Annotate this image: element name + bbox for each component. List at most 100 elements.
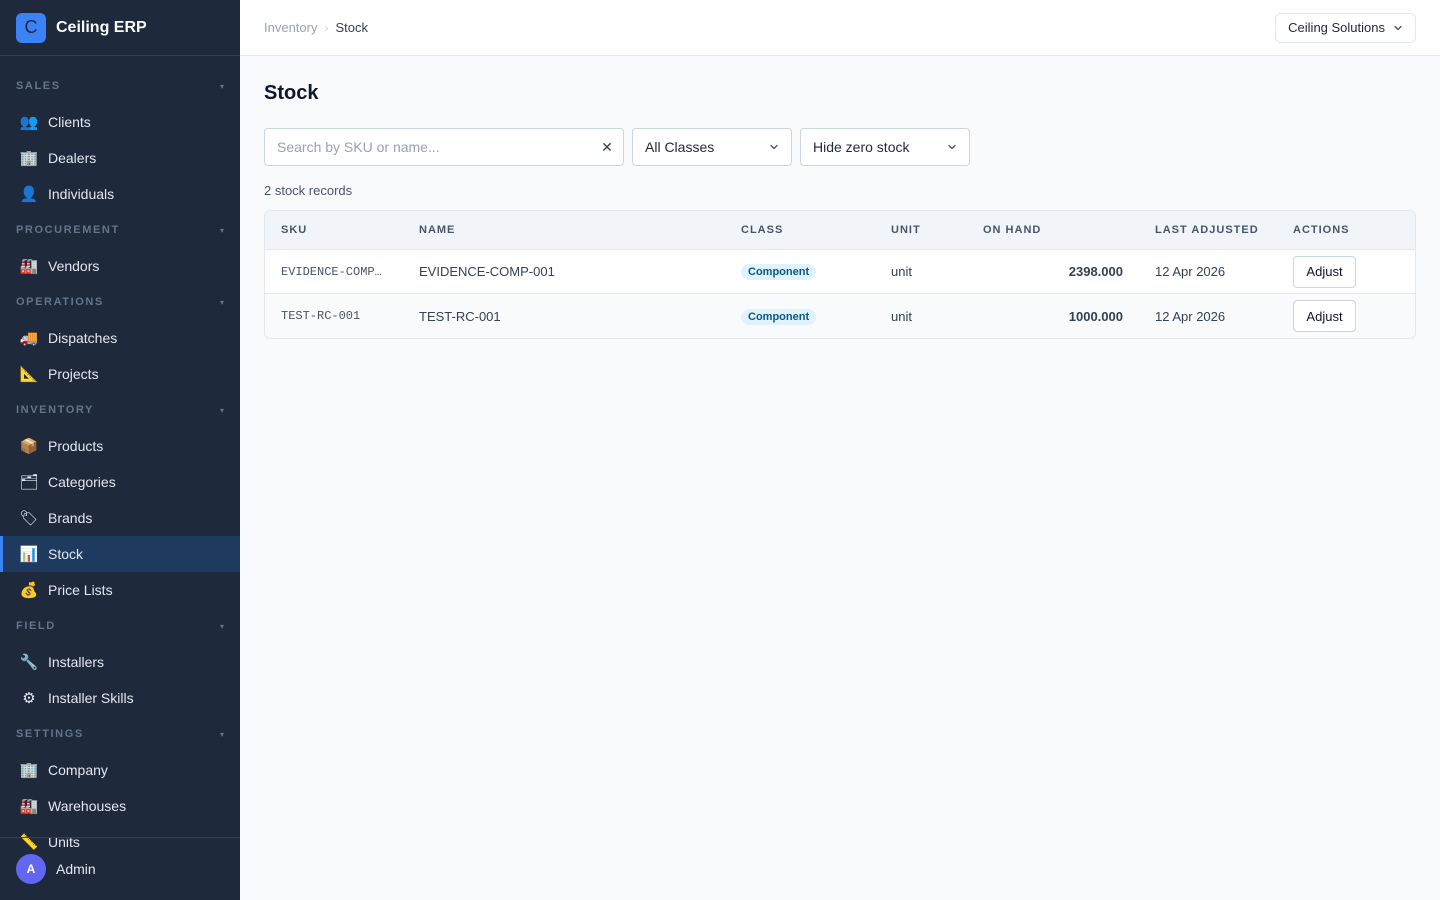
factory-icon: 🏭: [19, 258, 39, 275]
column-header-actions: ACTIONS: [1293, 224, 1350, 236]
cell-on-hand: 1000.000: [1068, 308, 1123, 324]
table-row[interactable]: EVIDENCE-COMP-001 EVIDENCE-COMP-001 Comp…: [265, 250, 1415, 294]
avatar: A: [16, 854, 46, 884]
class-filter-select[interactable]: All Classes: [632, 128, 792, 166]
sidebar-item-label: Company: [48, 762, 108, 778]
nav-section-field[interactable]: FIELD ▾: [0, 608, 240, 644]
sidebar-item-label: Brands: [48, 510, 93, 526]
column-header-name[interactable]: NAME: [419, 224, 741, 236]
sidebar: C Ceiling ERP SALES ▾ 👥 Clients 🏢 Dealer…: [0, 0, 240, 900]
sidebar-item-company[interactable]: 🏢 Company: [0, 752, 240, 788]
triangle-ruler-icon: 📐: [19, 366, 39, 383]
table-row[interactable]: TEST-RC-001 TEST-RC-001 Component unit 1…: [265, 294, 1415, 338]
building-icon: 🏢: [19, 150, 39, 167]
cell-actions: Adjust: [1293, 300, 1413, 332]
sidebar-item-warehouses[interactable]: 🏭 Warehouses: [0, 788, 240, 824]
column-header-sku[interactable]: SKU: [265, 224, 419, 236]
zero-stock-filter-select[interactable]: Hide zero stock: [800, 128, 970, 166]
breadcrumb-current: Stock: [335, 20, 368, 35]
sidebar-item-label: Products: [48, 438, 104, 454]
sidebar-item-label: Projects: [48, 366, 99, 382]
table-body: EVIDENCE-COMP-001 EVIDENCE-COMP-001 Comp…: [265, 250, 1415, 338]
nav-section-operations[interactable]: OPERATIONS ▾: [0, 284, 240, 320]
building-icon: 🏢: [19, 762, 39, 779]
sidebar-item-individuals[interactable]: 👤 Individuals: [0, 176, 240, 212]
caret-down-icon: ▾: [219, 225, 224, 235]
cell-last-adjusted: 12 Apr 2026: [1155, 308, 1226, 324]
sidebar-item-vendors[interactable]: 🏭 Vendors: [0, 248, 240, 284]
sidebar-nav: SALES ▾ 👥 Clients 🏢 Dealers 👤 Individual…: [0, 56, 240, 860]
column-header-last-adjusted[interactable]: LAST ADJUSTED: [1155, 224, 1293, 236]
adjust-button[interactable]: Adjust: [1293, 300, 1356, 332]
column-header-unit[interactable]: UNIT: [891, 224, 983, 236]
nav-section-inventory[interactable]: INVENTORY ▾: [0, 392, 240, 428]
chevron-down-icon: [1394, 25, 1402, 30]
class-badge: Component: [741, 264, 817, 280]
nav-section-settings[interactable]: SETTINGS ▾: [0, 716, 240, 752]
cell-sku: TEST-RC-001: [281, 309, 361, 323]
sidebar-item-clients[interactable]: 👥 Clients: [0, 104, 240, 140]
brand[interactable]: C Ceiling ERP: [0, 0, 240, 56]
table-header: SKU NAME CLASS UNIT ON HAND LAST ADJUSTE…: [265, 211, 1415, 250]
sidebar-item-installer-skills[interactable]: ⚙ Installer Skills: [0, 680, 240, 716]
class-badge: Component: [741, 308, 817, 325]
cell-class: Component: [741, 263, 891, 280]
filter-bar: ✕ All Classes Hide zero stock: [264, 128, 970, 166]
app-logo: C: [16, 12, 46, 43]
sidebar-item-stock[interactable]: 📊 Stock: [0, 536, 240, 572]
user-profile[interactable]: A Admin: [0, 837, 240, 900]
clear-search-icon[interactable]: ✕: [599, 139, 615, 155]
caret-down-icon: ▾: [219, 405, 224, 415]
sidebar-item-label: Price Lists: [48, 582, 113, 598]
cell-name: TEST-RC-001: [419, 308, 501, 324]
nav-section-label: SETTINGS: [16, 728, 84, 740]
cell-sku: EVIDENCE-COMP-001: [281, 264, 404, 279]
person-icon: 👤: [19, 186, 39, 203]
breadcrumb-inventory-link[interactable]: Inventory: [264, 20, 317, 35]
company-selector-label: Ceiling Solutions: [1288, 20, 1385, 35]
sidebar-item-label: Installer Skills: [48, 690, 134, 706]
tag-icon: 🏷: [19, 510, 39, 527]
folder-icon: 🗂: [19, 474, 39, 491]
nav-section-label: PROCUREMENT: [16, 224, 120, 236]
nav-section-label: FIELD: [16, 620, 56, 632]
search-box: ✕: [264, 128, 624, 166]
record-count: 2 stock records: [264, 183, 353, 198]
column-header-class[interactable]: CLASS: [741, 224, 891, 236]
company-selector[interactable]: Ceiling Solutions: [1275, 12, 1416, 43]
adjust-button[interactable]: Adjust: [1293, 255, 1356, 288]
page-title: Stock: [264, 82, 319, 104]
cell-class: Component: [741, 308, 891, 325]
sidebar-item-brands[interactable]: 🏷 Brands: [0, 500, 240, 536]
cell-name: EVIDENCE-COMP-001: [419, 264, 555, 279]
search-input[interactable]: [277, 139, 599, 155]
sidebar-item-label: Stock: [48, 546, 84, 562]
sidebar-item-projects[interactable]: 📐 Projects: [0, 356, 240, 392]
column-header-on-hand[interactable]: ON HAND: [983, 224, 1155, 236]
cell-last-adjusted: 12 Apr 2026: [1155, 264, 1226, 279]
sidebar-item-dispatches[interactable]: 🚚 Dispatches: [0, 320, 240, 356]
wrench-icon: 🔧: [19, 654, 39, 671]
breadcrumb-separator-icon: ›: [324, 20, 329, 35]
sidebar-item-label: Installers: [48, 654, 105, 670]
cell-unit: unit: [891, 264, 912, 279]
nav-section-label: SALES: [16, 80, 61, 92]
topbar: Inventory › Stock Ceiling Solutions: [240, 0, 1440, 56]
nav-section-sales[interactable]: SALES ▾: [0, 68, 240, 104]
sidebar-item-dealers[interactable]: 🏢 Dealers: [0, 140, 240, 176]
cell-unit: unit: [891, 308, 912, 324]
user-name: Admin: [56, 861, 96, 877]
sidebar-item-price-lists[interactable]: 💰 Price Lists: [0, 572, 240, 608]
chevron-down-icon: [770, 144, 778, 150]
sidebar-item-label: Dispatches: [48, 330, 118, 346]
sidebar-item-products[interactable]: 📦 Products: [0, 428, 240, 464]
caret-down-icon: ▾: [219, 297, 224, 307]
sidebar-item-label: Vendors: [48, 258, 100, 274]
sidebar-item-label: Individuals: [48, 186, 115, 202]
sidebar-item-label: Clients: [48, 114, 91, 130]
sidebar-item-installers[interactable]: 🔧 Installers: [0, 644, 240, 680]
sidebar-item-categories[interactable]: 🗂 Categories: [0, 464, 240, 500]
caret-down-icon: ▾: [219, 729, 224, 739]
nav-section-procurement[interactable]: PROCUREMENT ▾: [0, 212, 240, 248]
chevron-down-icon: [948, 144, 956, 150]
